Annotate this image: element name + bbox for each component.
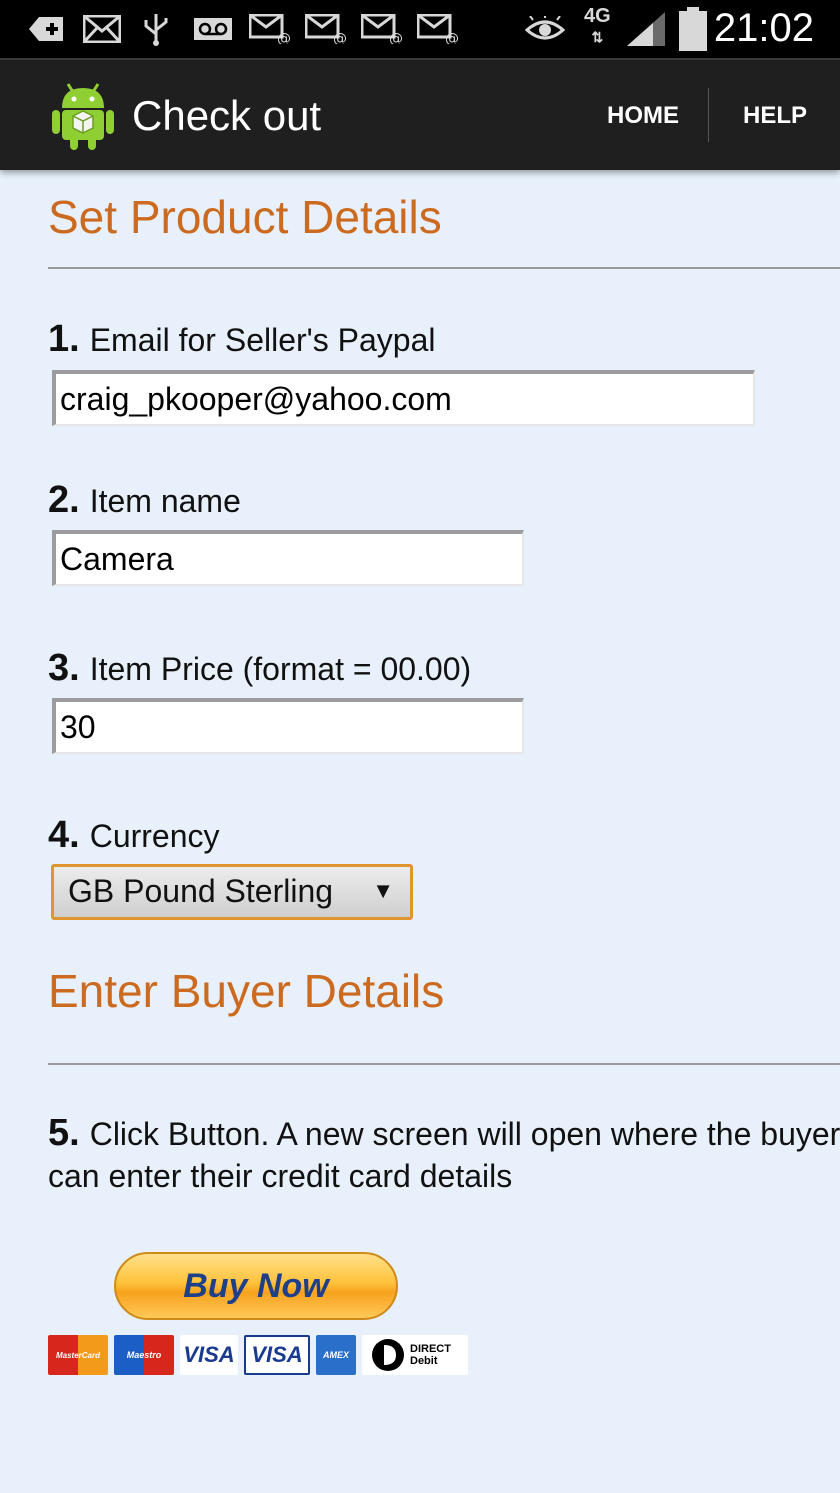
step-5-instructions: 5. Click Button. A new screen will open w… bbox=[48, 1112, 840, 1202]
step-number: 3. bbox=[48, 647, 80, 689]
nav-home-button[interactable]: HOME bbox=[607, 102, 679, 130]
mail-at-icon: @ bbox=[304, 12, 348, 46]
step-number: 4. bbox=[48, 814, 80, 856]
mail-at-icon: @ bbox=[360, 12, 404, 46]
buyer-details-heading: Enter Buyer Details bbox=[48, 965, 445, 1017]
svg-text:@: @ bbox=[389, 31, 403, 44]
app-title: Check out bbox=[132, 92, 322, 139]
direct-debit-symbol-icon bbox=[372, 1339, 404, 1371]
action-bar: Check out HOME HELP bbox=[0, 58, 840, 170]
item-price-field[interactable]: 30 bbox=[52, 698, 524, 754]
signal-icon bbox=[624, 12, 668, 46]
section-divider bbox=[48, 1063, 840, 1065]
step-text: Email for Seller's Paypal bbox=[89, 322, 436, 358]
step-text: Item Price (format = 00.00) bbox=[89, 651, 472, 687]
usb-icon bbox=[140, 12, 172, 46]
visa-electron-logo: VISA bbox=[244, 1335, 310, 1375]
nav-divider bbox=[708, 88, 709, 142]
step-5-line-2: can enter their credit card details bbox=[48, 1158, 513, 1194]
step-4-label: 4. Currency bbox=[48, 814, 220, 857]
visa-logo: VISA bbox=[180, 1335, 238, 1375]
step-text: Item name bbox=[89, 483, 241, 519]
maestro-logo: Maestro bbox=[114, 1335, 174, 1375]
step-1-label: 1. Email for Seller's Paypal bbox=[48, 318, 436, 361]
step-5-line-1: Click Button. A new screen will open whe… bbox=[89, 1116, 840, 1152]
buy-now-button[interactable]: Buy Now bbox=[114, 1252, 398, 1320]
card-name: Maestro bbox=[126, 1350, 162, 1360]
card-name: MasterCard bbox=[55, 1350, 100, 1360]
mail-icon bbox=[82, 12, 122, 46]
item-name-field[interactable]: Camera bbox=[52, 530, 524, 586]
svg-text:@: @ bbox=[277, 31, 291, 44]
card-name: AMEX bbox=[322, 1350, 349, 1360]
currency-selected-value: GB Pound Sterling bbox=[68, 873, 334, 909]
status-bar: @ @ @ @ 4G ⇅ 21:02 bbox=[0, 0, 840, 58]
battery-icon bbox=[676, 7, 710, 51]
step-3-label: 3. Item Price (format = 00.00) bbox=[48, 647, 471, 690]
nav-help-button[interactable]: HELP bbox=[743, 102, 807, 130]
section-divider bbox=[48, 267, 840, 269]
clock: 21:02 bbox=[713, 6, 814, 50]
product-details-heading: Set Product Details bbox=[48, 191, 442, 243]
step-text: Currency bbox=[89, 818, 220, 854]
step-2-label: 2. Item name bbox=[48, 479, 241, 522]
step-number: 5. bbox=[48, 1112, 80, 1154]
direct-debit-logo: DIRECT Debit bbox=[362, 1335, 468, 1375]
step-number: 2. bbox=[48, 479, 80, 521]
mastercard-logo: MasterCard bbox=[48, 1335, 108, 1375]
svg-text:@: @ bbox=[445, 31, 459, 44]
card-name: VISA bbox=[183, 1342, 235, 1367]
currency-select[interactable]: GB Pound Sterling ▼ bbox=[51, 864, 413, 920]
eye-icon bbox=[524, 12, 566, 46]
card-name: VISA bbox=[251, 1342, 303, 1367]
step-number: 1. bbox=[48, 318, 80, 360]
android-app-icon bbox=[52, 80, 114, 150]
amex-logo: AMEX bbox=[316, 1335, 356, 1375]
mail-at-icon: @ bbox=[416, 12, 460, 46]
dropdown-arrow-icon: ▼ bbox=[372, 878, 394, 903]
mail-at-icon: @ bbox=[248, 12, 292, 46]
card-name: DIRECT Debit bbox=[410, 1343, 451, 1367]
add-notification-icon bbox=[24, 12, 66, 46]
voicemail-icon bbox=[192, 12, 234, 46]
svg-text:@: @ bbox=[333, 31, 347, 44]
seller-email-field[interactable]: craig_pkooper@yahoo.com bbox=[52, 370, 755, 426]
accepted-cards: MasterCard Maestro VISA VISA AMEX DIRECT… bbox=[48, 1334, 468, 1376]
network-type-label: 4G ⇅ bbox=[584, 5, 611, 45]
